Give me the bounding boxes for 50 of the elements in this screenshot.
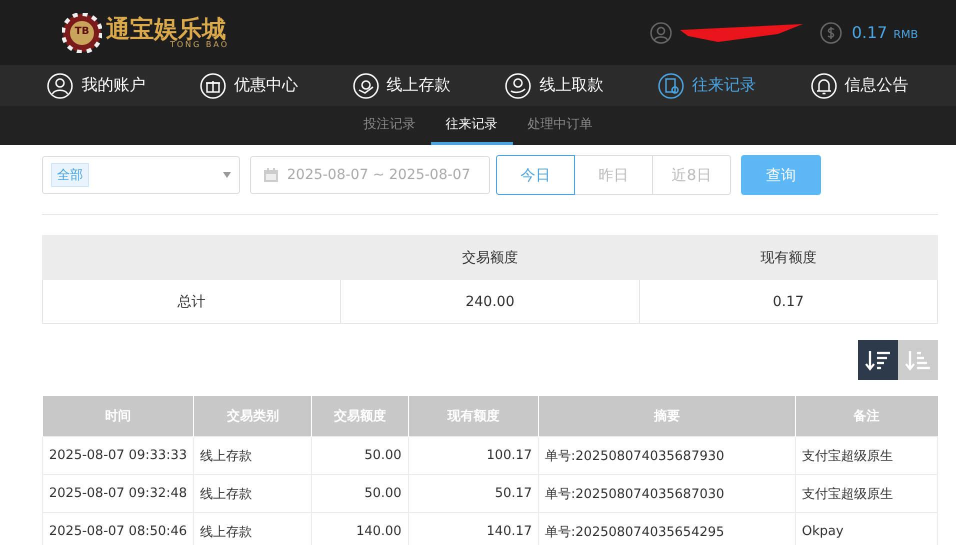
table-cell: 线上存款 [194, 474, 312, 512]
dollar-icon [820, 22, 842, 44]
bell-icon [810, 72, 837, 98]
coin-hand-icon [352, 72, 379, 98]
logo-initials: TB [74, 26, 90, 36]
selected-tag: 全部 [51, 163, 89, 187]
table-cell: 50.17 [408, 474, 539, 512]
summary-value: 240.00 [340, 280, 640, 324]
table-cell: 线上存款 [194, 436, 312, 474]
sub-tab[interactable]: 投注记录 [348, 106, 430, 145]
sub-tab[interactable]: 处理中订单 [512, 106, 608, 145]
calendar-icon [263, 167, 279, 183]
date-preset-button[interactable]: 今日 [496, 155, 575, 195]
dollar-hand-icon [505, 72, 532, 98]
caret-icon [223, 172, 231, 178]
type-select[interactable]: 全部 [42, 156, 240, 194]
logo-subtitle: TONG BAO [170, 40, 230, 48]
nav-tab[interactable]: 线上取款 [505, 72, 604, 98]
table-cell: 2025-08-07 08:50:46 [42, 512, 194, 545]
logo-title: 通宝娱乐城 [106, 16, 226, 40]
table-cell: 100.17 [408, 436, 539, 474]
summary-value: 0.17 [639, 280, 938, 324]
table-cell: 2025-08-07 09:33:33 [42, 436, 194, 474]
table-cell: 单号:202508074035687930 [538, 436, 796, 474]
table-cell: 50.00 [312, 436, 408, 474]
date-range-field[interactable]: 2025-08-07 ~ 2025-08-07 [250, 156, 490, 194]
user-icon [650, 22, 672, 44]
balance-amount: 0.17 [852, 23, 888, 42]
table-cell: 支付宝超级原生 [795, 436, 938, 474]
sort-descending-icon [864, 348, 892, 372]
summary-header: 交易额度 [340, 236, 640, 280]
table-cell: 50.00 [312, 474, 408, 512]
table-cell: 支付宝超级原生 [795, 474, 938, 512]
sort-ascending-icon [904, 348, 932, 372]
summary-header: 现有额度 [639, 236, 938, 280]
user-icon [47, 72, 74, 98]
currency-label: RMB [893, 28, 918, 40]
nav-tab[interactable]: 我的账户 [47, 72, 146, 98]
summary-label: 总计 [42, 280, 341, 324]
document-icon [658, 72, 684, 98]
nav-tab[interactable]: 往来记录 [658, 72, 756, 98]
nav-tab[interactable]: 线上存款 [352, 72, 451, 98]
logo-chip-icon [62, 12, 102, 52]
sort-descending-button[interactable] [858, 340, 898, 380]
nav-tab[interactable]: 优惠中心 [200, 72, 298, 98]
table-cell: 2025-08-07 09:32:48 [42, 474, 194, 512]
nav-tab[interactable]: 信息公告 [810, 72, 909, 98]
gift-icon [200, 72, 226, 98]
sub-tab[interactable]: 往来记录 [430, 106, 512, 145]
table-cell: 单号:202508074035687030 [538, 474, 796, 512]
